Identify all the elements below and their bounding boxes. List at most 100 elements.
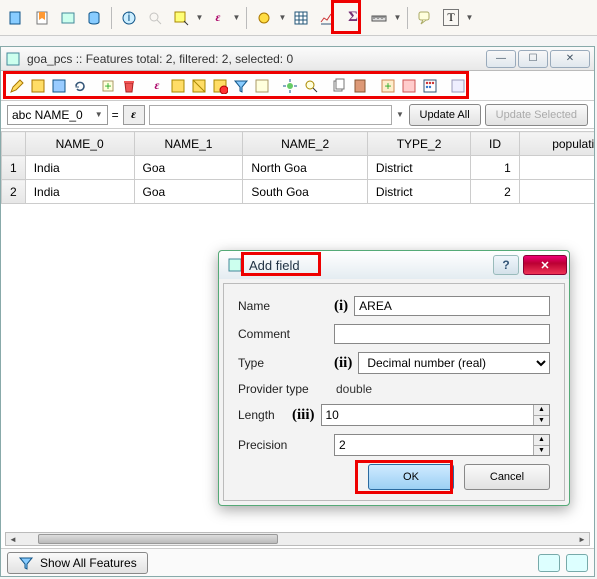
cell[interactable]: 63 (519, 180, 594, 204)
table-row[interactable]: 1 India Goa North Goa District 1 81 (2, 156, 595, 180)
scroll-right-icon[interactable]: ► (575, 533, 589, 545)
table-row[interactable]: 2 India Goa South Goa District 2 63 (2, 180, 595, 204)
dropdown-arrow-icon[interactable]: ▼ (465, 13, 474, 22)
spin-up-icon[interactable]: ▲ (533, 435, 549, 446)
cell[interactable]: Goa (134, 180, 243, 204)
ok-button[interactable]: OK (368, 464, 454, 490)
cell[interactable]: South Goa (243, 180, 368, 204)
select-rect-icon[interactable] (169, 6, 193, 30)
spin-down-icon[interactable]: ▼ (533, 416, 549, 426)
delete-field-icon[interactable] (399, 76, 419, 96)
column-header[interactable]: NAME_1 (134, 132, 243, 156)
field-select-combo[interactable]: abc NAME_0 ▼ (7, 105, 108, 125)
length-input[interactable] (322, 405, 534, 425)
column-header[interactable]: ID (471, 132, 520, 156)
dropdown-arrow-icon[interactable]: ▼ (278, 13, 287, 22)
dropdown-arrow-icon[interactable]: ▼ (195, 13, 204, 22)
precision-input[interactable] (335, 435, 533, 455)
field-calc-abacus-icon[interactable] (420, 76, 440, 96)
comment-field[interactable] (334, 324, 550, 344)
expression-eps-icon[interactable]: ε (206, 6, 230, 30)
zoom-out-icon[interactable] (143, 6, 167, 30)
move-top-icon[interactable] (252, 76, 272, 96)
column-header[interactable]: TYPE_2 (367, 132, 470, 156)
cell[interactable]: North Goa (243, 156, 368, 180)
identify-tool-icon[interactable] (4, 6, 28, 30)
measure-icon[interactable] (367, 6, 391, 30)
window-minimize-button[interactable]: — (486, 50, 516, 68)
copy-icon[interactable] (329, 76, 349, 96)
show-all-label: Show All Features (40, 556, 137, 570)
new-field-icon[interactable]: + (378, 76, 398, 96)
maptip-icon[interactable] (413, 6, 437, 30)
action-icon[interactable] (252, 6, 276, 30)
text-annotation-icon[interactable]: T (439, 6, 463, 30)
horizontal-scrollbar[interactable]: ◄ ► (5, 532, 590, 546)
reload-icon[interactable] (70, 76, 90, 96)
select-eps-icon[interactable]: ε (147, 76, 167, 96)
bookmarks-icon[interactable] (56, 6, 80, 30)
open-attribute-table-icon[interactable] (289, 6, 313, 30)
select-all-icon[interactable] (168, 76, 188, 96)
table-view-toggle[interactable] (566, 554, 588, 572)
form-view-toggle[interactable] (538, 554, 560, 572)
zoom-to-selected-icon[interactable] (301, 76, 321, 96)
pan-to-selected-icon[interactable] (280, 76, 300, 96)
db-icon[interactable] (82, 6, 106, 30)
delete-feature-trash-icon[interactable] (119, 76, 139, 96)
row-number-cell[interactable]: 2 (2, 180, 26, 204)
name-field[interactable] (354, 296, 550, 316)
chevron-down-icon: ▼ (95, 110, 103, 119)
cell[interactable]: District (367, 156, 470, 180)
window-maximize-button[interactable]: ☐ (518, 50, 548, 68)
cancel-button[interactable]: Cancel (464, 464, 550, 490)
add-feature-icon[interactable]: + (98, 76, 118, 96)
multi-edit-icon[interactable] (28, 76, 48, 96)
cell[interactable]: Goa (134, 156, 243, 180)
deselect-icon[interactable] (210, 76, 230, 96)
cell[interactable]: India (25, 180, 134, 204)
expression-input[interactable] (149, 105, 392, 125)
new-bookmark-icon[interactable] (30, 6, 54, 30)
conditional-format-icon[interactable] (448, 76, 468, 96)
name-label: Name (238, 299, 330, 313)
scrollbar-thumb[interactable] (38, 534, 278, 544)
paste-icon[interactable] (350, 76, 370, 96)
sigma-icon[interactable]: Σ (341, 6, 365, 30)
dropdown-arrow-icon[interactable]: ▼ (393, 13, 402, 22)
column-header[interactable]: NAME_0 (25, 132, 134, 156)
dialog-title: Add field (249, 258, 300, 273)
column-header[interactable]: population (519, 132, 594, 156)
invert-selection-icon[interactable] (189, 76, 209, 96)
cell[interactable]: 1 (471, 156, 520, 180)
show-all-features-button[interactable]: Show All Features (7, 552, 148, 574)
length-stepper[interactable]: ▲▼ (321, 404, 551, 426)
dialog-help-button[interactable]: ? (493, 255, 519, 275)
cell[interactable]: 81 (519, 156, 594, 180)
row-number-cell[interactable]: 1 (2, 156, 26, 180)
expression-bar: abc NAME_0 ▼ = ε ▼ Update All Update Sel… (1, 101, 594, 129)
spin-up-icon[interactable]: ▲ (533, 405, 549, 416)
dialog-close-button[interactable]: ✕ (523, 255, 567, 275)
expression-builder-button[interactable]: ε (123, 105, 145, 125)
column-header[interactable]: NAME_2 (243, 132, 368, 156)
update-all-button[interactable]: Update All (409, 104, 481, 126)
spin-down-icon[interactable]: ▼ (533, 446, 549, 456)
cell[interactable]: India (25, 156, 134, 180)
dropdown-arrow-icon[interactable]: ▼ (396, 110, 405, 119)
precision-stepper[interactable]: ▲▼ (334, 434, 550, 456)
filter-funnel-icon[interactable] (231, 76, 251, 96)
scroll-left-icon[interactable]: ◄ (6, 533, 20, 545)
identify-info-icon[interactable]: i (117, 6, 141, 30)
toggle-edit-pencil-icon[interactable] (7, 76, 27, 96)
row-number-header (2, 132, 26, 156)
cell[interactable]: 2 (471, 180, 520, 204)
save-edits-icon[interactable] (49, 76, 69, 96)
dropdown-arrow-icon[interactable]: ▼ (232, 13, 241, 22)
cell[interactable]: District (367, 180, 470, 204)
type-select[interactable]: Decimal number (real) (358, 352, 550, 374)
stats-graph-icon[interactable] (315, 6, 339, 30)
window-close-button[interactable]: ✕ (550, 50, 590, 68)
annotation-ii: (ii) (334, 355, 352, 372)
attribute-toolbar: + ε + (1, 71, 594, 101)
